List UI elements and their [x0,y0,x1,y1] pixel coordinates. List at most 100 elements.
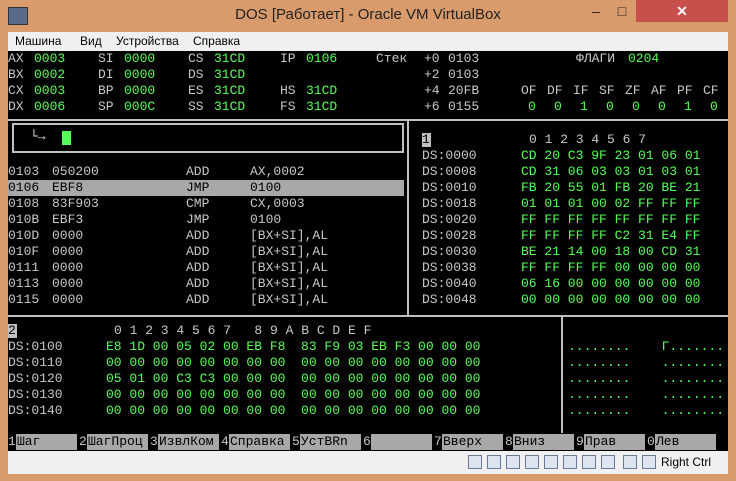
dump1-address[interactable]: DS:0028 [422,228,477,244]
dump2-bytes[interactable]: 00 00 00 00 00 00 00 00 00 00 00 00 00 0… [106,387,480,403]
register-value[interactable]: 0000 [124,67,155,83]
register-value[interactable]: 31CD [306,83,337,99]
fkey-7[interactable]: 7 Вверх [434,434,505,450]
disasm-address[interactable]: 010B [8,212,39,228]
disasm-address[interactable]: 0106 [8,180,39,196]
dump2-address[interactable]: DS:0110 [8,355,63,371]
display-icon[interactable] [582,455,596,469]
menu-devices[interactable]: Устройства [116,34,179,48]
guest-screen[interactable]: AX 0003 SI 0000 CS 31CD IP 0106 BX 0002 DI 0000 DS 31… [8,51,728,451]
title-bar[interactable]: DOS [Работает] - Oracle VM VirtualBox – … [0,0,736,32]
dump1-address[interactable]: DS:0008 [422,164,477,180]
cd-icon[interactable] [487,455,501,469]
dump1-bytes[interactable]: 01 01 01 00 02 FF FF FF [521,196,700,212]
dump1-bytes[interactable]: CD 20 C3 9F 23 01 06 01 [521,148,700,164]
dump1-address[interactable]: DS:0038 [422,260,477,276]
minimize-button[interactable]: – [583,0,609,22]
dump2-address[interactable]: DS:0120 [8,371,63,387]
stack-offset: +2 [424,67,440,82]
disasm-address[interactable]: 0103 [8,164,39,180]
register-value[interactable]: 31CD [214,99,245,115]
panel-divider [407,119,409,317]
flag-value[interactable]: 0 [632,99,640,115]
fkey-8[interactable]: 8 Вниз [505,434,576,450]
register-value[interactable]: 31CD [214,83,245,99]
dump2-bytes[interactable]: E8 1D 00 05 02 00 EB F8 83 F9 03 EB F3 0… [106,339,480,355]
shared-folders-icon[interactable] [563,455,577,469]
flag-value[interactable]: 1 [684,99,692,115]
flag-name: PF [677,83,693,98]
fkey-1[interactable]: 1 Шаг [8,434,79,450]
hdd-icon[interactable] [468,455,482,469]
menu-machine[interactable]: Машина [15,34,61,48]
menu-help[interactable]: Справка [193,34,240,48]
fkey-number: 2 [79,434,87,449]
flag-value[interactable]: 0 [710,99,718,115]
mouse-integration-icon[interactable] [623,455,637,469]
menu-view[interactable]: Вид [80,34,102,48]
register-value[interactable]: 31CD [306,99,337,115]
register-value[interactable]: 31CD [214,67,245,83]
dump1-address[interactable]: DS:0048 [422,292,477,308]
floppy-icon[interactable] [506,455,520,469]
recording-icon[interactable] [601,455,615,469]
flags-value: 0204 [628,51,660,66]
dump1-bytes[interactable]: FF FF FF FF C2 31 E4 FF [521,228,700,244]
dump2-address[interactable]: DS:0100 [8,339,63,355]
dump1-address[interactable]: DS:0018 [422,196,477,212]
dump1-bytes[interactable]: FF FF FF FF FF FF FF FF [521,212,700,228]
network-icon[interactable] [525,455,539,469]
register-value[interactable]: 0000 [124,83,155,99]
dump2-bytes[interactable]: 00 00 00 00 00 00 00 00 00 00 00 00 00 0… [106,403,480,419]
register-value[interactable]: 0106 [306,51,337,67]
flag-value[interactable]: 0 [554,99,562,115]
dump2-bytes[interactable]: 05 01 00 C3 C3 00 00 00 00 00 00 00 00 0… [106,371,480,387]
disasm-address[interactable]: 0108 [8,196,39,212]
dump1-bytes[interactable]: 00 00 00 00 00 00 00 00 [521,292,700,308]
dump1-address[interactable]: DS:0000 [422,148,477,164]
flag-value[interactable]: 0 [528,99,536,115]
dump1-bytes[interactable]: FB 20 55 01 FB 20 BE 21 [521,180,700,196]
register-value[interactable]: 0002 [34,67,65,83]
register-value[interactable]: 0000 [124,51,155,67]
dump1-bytes[interactable]: CD 31 06 03 03 01 03 01 [521,164,700,180]
dump1-bytes[interactable]: FF FF FF FF 00 00 00 00 [521,260,700,276]
fkey-0[interactable]: 0 Лев [647,434,718,450]
register-value[interactable]: 31CD [214,51,245,67]
fkey-2[interactable]: 2 ШагПроц [79,434,150,450]
flag-value[interactable]: 0 [606,99,614,115]
dump1-bytes[interactable]: BE 21 14 00 18 00 CD 31 [521,244,700,260]
usb-icon[interactable] [544,455,558,469]
fkey-4[interactable]: 4 Справка [221,434,292,450]
fkey-label: Вверх [442,434,503,450]
fkey-6[interactable]: 6 [363,434,434,450]
disasm-operands: [BX+SI],AL [250,292,329,307]
fkey-5[interactable]: 5 УстBRn [292,434,363,450]
register-value[interactable]: 0003 [34,83,65,99]
register-value[interactable]: 0006 [34,99,65,115]
flag-value[interactable]: 1 [580,99,588,115]
disasm-mnemonic: CMP [186,196,210,211]
dump1-address[interactable]: DS:0010 [422,180,477,196]
close-button[interactable]: ✕ [636,0,728,22]
disasm-operands: [BX+SI],AL [250,244,329,259]
flag-value[interactable]: 0 [658,99,666,115]
disasm-address[interactable]: 010D [8,228,39,244]
dump2-address[interactable]: DS:0140 [8,403,63,419]
dump1-address[interactable]: DS:0020 [422,212,477,228]
register-value[interactable]: 0003 [34,51,65,67]
flag-name: SF [599,83,615,98]
disasm-address[interactable]: 0111 [8,260,39,276]
disasm-address[interactable]: 0115 [8,292,39,308]
dump1-address[interactable]: DS:0030 [422,244,477,260]
fkey-3[interactable]: 3 ИзвлКом [150,434,221,450]
dump2-address[interactable]: DS:0130 [8,387,63,403]
dump1-address[interactable]: DS:0040 [422,276,477,292]
maximize-button[interactable]: □ [609,0,635,22]
disasm-address[interactable]: 010F [8,244,39,260]
dump2-bytes[interactable]: 00 00 00 00 00 00 00 00 00 00 00 00 00 0… [106,355,480,371]
register-value[interactable]: 000C [124,99,155,115]
dump1-bytes[interactable]: 06 16 00 00 00 00 00 00 [521,276,700,292]
disasm-address[interactable]: 0113 [8,276,39,292]
fkey-9[interactable]: 9 Прав [576,434,647,450]
